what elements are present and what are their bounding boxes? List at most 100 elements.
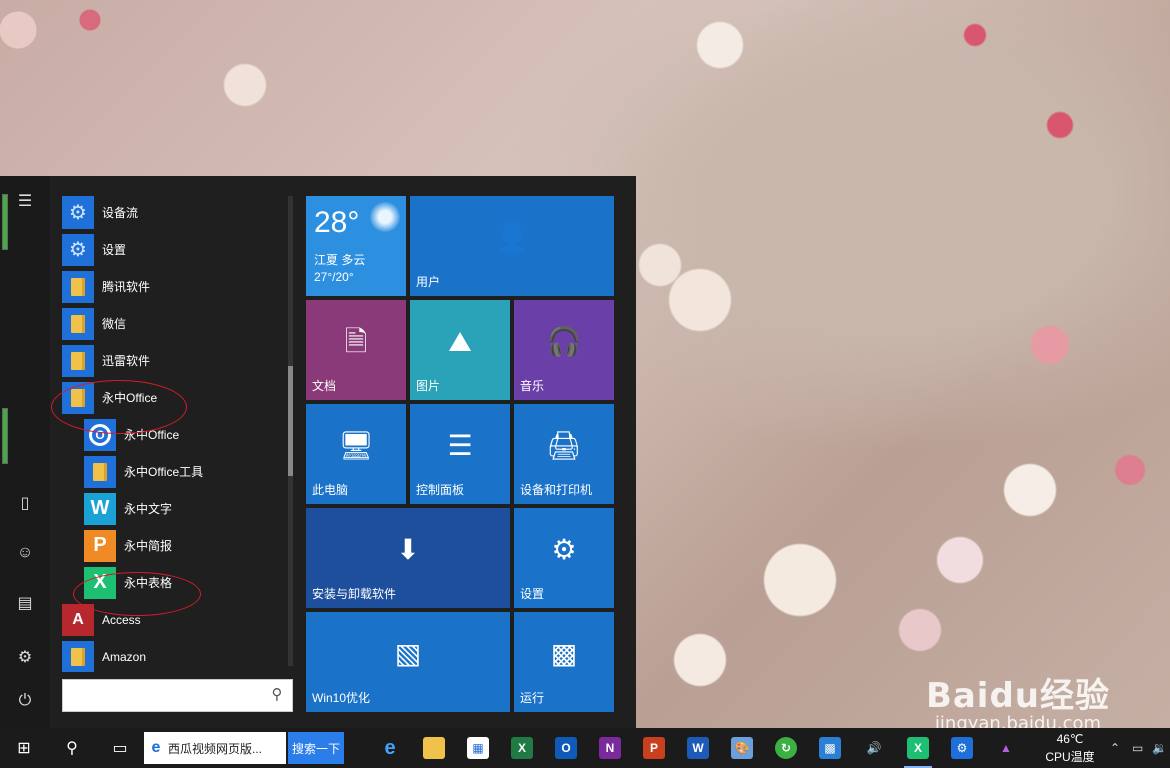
app-label: 迅雷软件 <box>102 354 151 368</box>
screen-app-icon[interactable]: ▩ <box>810 728 850 768</box>
tile-label: 图片 <box>416 379 441 393</box>
this-pc-tile[interactable]: 🖥 此电脑 <box>306 404 406 504</box>
folder-icon <box>84 455 116 488</box>
outlook-icon[interactable]: O <box>546 728 586 768</box>
settings-gear-icon[interactable]: ⚙ <box>10 642 40 672</box>
store-icon[interactable]: ▦ <box>458 728 498 768</box>
edge-icon[interactable]: e <box>370 728 410 768</box>
folder-icon <box>62 640 94 672</box>
annotation-circle-yozo-folder <box>51 380 187 434</box>
onenote-icon[interactable]: N <box>590 728 630 768</box>
tablet-mode-icon[interactable]: ▯ <box>10 488 40 518</box>
cpu-temp-label: CPU温度 <box>1045 750 1095 764</box>
app-label: 腾讯软件 <box>102 280 151 294</box>
folder-icon <box>62 270 94 303</box>
photos-app-icon[interactable]: ▲ <box>986 728 1026 768</box>
watermark-logo: Baidu经验 <box>925 676 1110 716</box>
windows-start-icon[interactable]: ⊞ <box>4 728 44 768</box>
devices-printers-tile[interactable]: 🖨 设备和打印机 <box>514 404 614 504</box>
powerpoint-icon[interactable]: P <box>634 728 674 768</box>
network-icon[interactable]: ▭ <box>1132 728 1143 768</box>
app-label: Amazon <box>102 649 147 664</box>
install-uninstall-tile[interactable]: ⬇ 安装与卸载软件 <box>306 508 510 608</box>
weather-range: 27°/20° <box>314 270 354 284</box>
start-search-box[interactable]: ⚲ <box>62 679 293 712</box>
app-item-xunlei-software[interactable]: 迅雷软件 <box>62 342 290 379</box>
pictures-tile[interactable]: ⛰ 图片 <box>410 300 510 400</box>
start-search-input[interactable] <box>63 680 263 711</box>
app-label: 设备流 <box>102 206 139 220</box>
taskbar: ⊞ ⚲ ▭ e 西瓜视频网页版... 搜索一下 e ▦ X O N P W 🎨 … <box>0 728 1170 768</box>
tile-label: 安装与卸载软件 <box>312 587 397 601</box>
app-label: 永中Office工具 <box>124 465 204 479</box>
scrollbar-thumb[interactable] <box>288 366 293 476</box>
search-icon[interactable]: ⚲ <box>52 728 92 768</box>
monitor-icon: 🖥 <box>338 430 374 461</box>
headphones-icon: 🎧 <box>546 326 582 357</box>
folder-icon <box>62 344 94 377</box>
app-item-device-flow[interactable]: ⚙ 设备流 <box>62 194 290 231</box>
rail-indicator <box>2 194 8 250</box>
task-view-icon[interactable]: ▭ <box>100 728 140 768</box>
app-item-tencent-software[interactable]: 腾讯软件 <box>62 268 290 305</box>
power-icon[interactable]: ⏻ <box>10 686 40 716</box>
start-rail: ☰ ▯ ☺ ▤ ⚙ ⏻ <box>0 176 50 728</box>
settings-tile[interactable]: ⚙ 设置 <box>514 508 614 608</box>
app-list-scrollbar[interactable] <box>288 196 293 666</box>
tile-label: 音乐 <box>520 379 545 393</box>
documents-folder-icon[interactable]: ▤ <box>10 588 40 618</box>
gear-icon: ⚙ <box>551 534 577 565</box>
start-menu: ☰ ▯ ☺ ▤ ⚙ ⏻ ⚙ 设备流 ⚙ 设置 腾讯软件 微信 迅雷软件 永中Of… <box>0 176 636 728</box>
ie-task-label: 西瓜视频网页版... <box>168 741 263 756</box>
yozo-spreadsheet-taskbar-icon[interactable]: X <box>898 728 938 768</box>
weather-tile[interactable]: 28° 江夏 多云 27°/20° <box>306 196 406 296</box>
win10-optimize-tile[interactable]: ▧ Win10优化 <box>306 612 510 712</box>
app-item-wechat[interactable]: 微信 <box>62 305 290 342</box>
refresh-app-icon[interactable]: ↻ <box>766 728 806 768</box>
cpu-temp-widget[interactable]: 46℃ CPU温度 <box>1040 730 1100 766</box>
app-item-yozo-writer[interactable]: W 永中文字 <box>62 490 290 527</box>
hamburger-menu-icon[interactable]: ☰ <box>10 186 40 216</box>
documents-tile[interactable]: 🗎 文档 <box>306 300 406 400</box>
app-item-amazon[interactable]: Amazon <box>62 638 290 672</box>
taskbar-search-button[interactable]: 搜索一下 <box>288 732 344 764</box>
app-label: 永中文字 <box>124 502 173 516</box>
gear-icon: ⚙ <box>62 233 94 266</box>
app-item-yozo-presentation[interactable]: P 永中简报 <box>62 527 290 564</box>
speaker-app-icon[interactable]: 🔊 <box>854 728 894 768</box>
yozo-writer-icon: W <box>84 492 116 525</box>
tile-label: 控制面板 <box>416 483 465 497</box>
music-tile[interactable]: 🎧 音乐 <box>514 300 614 400</box>
excel-icon[interactable]: X <box>502 728 542 768</box>
ie-taskbar-item[interactable]: e 西瓜视频网页版... <box>144 732 286 764</box>
app-label: 永中简报 <box>124 539 173 553</box>
install-icon: ⬇ <box>396 534 420 565</box>
document-icon: 🗎 <box>344 326 368 357</box>
tile-label: 设备和打印机 <box>520 483 593 497</box>
app-label: 微信 <box>102 317 127 331</box>
weather-temp: 28° <box>314 206 360 239</box>
user-account-icon[interactable]: ☺ <box>10 538 40 568</box>
tile-label: 用户 <box>416 275 441 289</box>
sliders-icon: ☰ <box>447 430 473 461</box>
user-icon: 👤 <box>494 222 530 253</box>
app-item-settings[interactable]: ⚙ 设置 <box>62 231 290 268</box>
user-tile[interactable]: 👤 用户 <box>410 196 614 296</box>
word-icon[interactable]: W <box>678 728 718 768</box>
file-explorer-icon[interactable] <box>414 728 454 768</box>
control-panel-tile[interactable]: ☰ 控制面板 <box>410 404 510 504</box>
tray-chevron-icon[interactable]: ⌃ <box>1110 728 1120 768</box>
weather-city: 江夏 多云 <box>314 253 366 267</box>
settings-taskbar-icon[interactable]: ⚙ <box>942 728 982 768</box>
search-icon[interactable]: ⚲ <box>268 686 286 704</box>
tile-label: Win10优化 <box>312 691 371 705</box>
sun-icon <box>370 202 400 232</box>
baidu-watermark: Baidu经验 jingyan.baidu.com <box>926 668 1110 734</box>
run-tile[interactable]: ▩ 运行 <box>514 612 614 712</box>
tile-label: 此电脑 <box>312 483 349 497</box>
volume-icon[interactable]: 🔉 <box>1152 728 1167 768</box>
paint-icon[interactable]: 🎨 <box>722 728 762 768</box>
printer-icon: 🖨 <box>546 430 582 461</box>
run-icon: ▩ <box>550 638 578 669</box>
app-item-yozo-office-tools[interactable]: 永中Office工具 <box>62 453 290 490</box>
